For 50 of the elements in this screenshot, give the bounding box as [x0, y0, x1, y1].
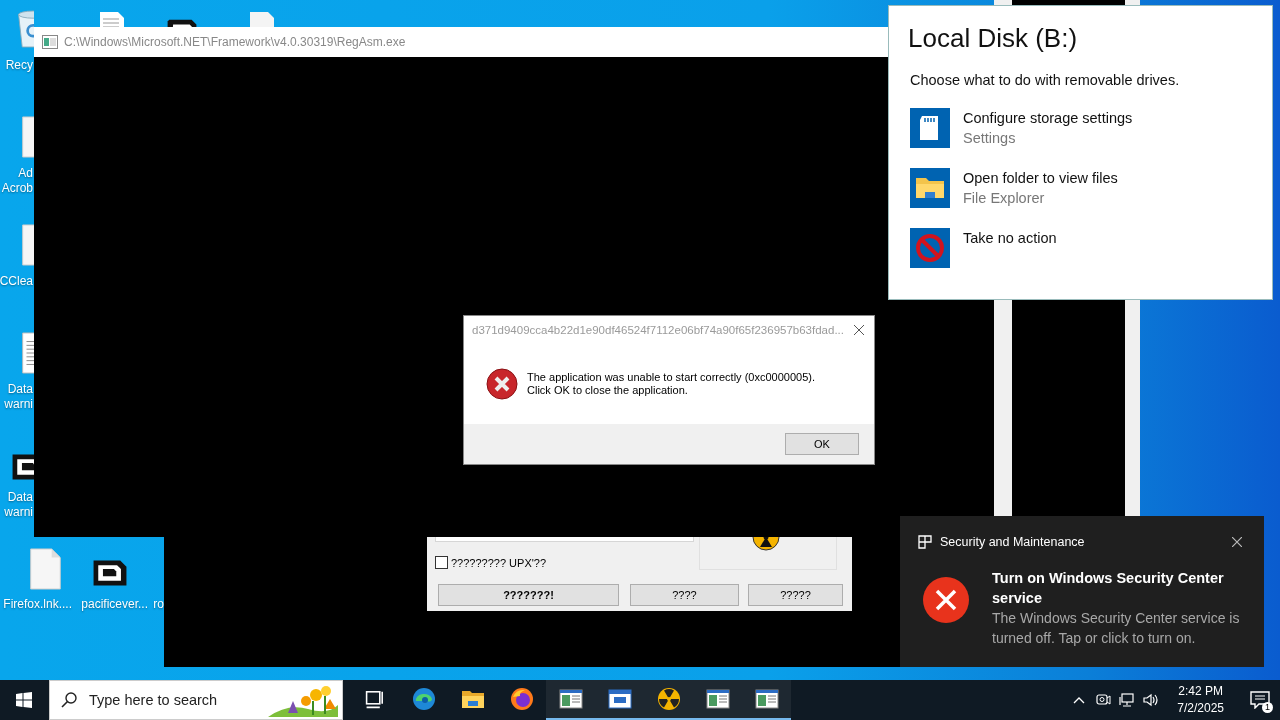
- error-message: The application was unable to start correctly (0xc0000005). Click OK to close the application.: [527, 371, 815, 397]
- option-title[interactable]: Take no action: [963, 228, 1057, 248]
- notification-title: Turn on Windows Security Center service: [992, 569, 1225, 608]
- option-title[interactable]: Open folder to view files: [963, 168, 1118, 188]
- window-icon: [558, 687, 583, 711]
- console-icon: [42, 35, 58, 49]
- sd-card-icon[interactable]: [910, 108, 950, 148]
- firefox-icon: [509, 687, 534, 711]
- checkbox-label: ????????? UPX'??: [451, 556, 547, 569]
- close-icon[interactable]: [1232, 537, 1242, 547]
- text-file-icon[interactable]: [19, 332, 34, 374]
- notification-icon[interactable]: [1250, 691, 1270, 709]
- error-icon: [923, 577, 969, 623]
- window-icon: [754, 687, 779, 711]
- dialog-button[interactable]: ?????: [748, 584, 843, 606]
- notification-message: The Windows Security Center service is turned off. Tap or click to turn on.: [992, 609, 1241, 648]
- panel-prompt: Choose what to do with removable drives.: [910, 72, 1181, 88]
- app-name: Security and Maintenance: [940, 535, 1086, 549]
- clock[interactable]: 2:42 PM 7/2/2025: [1177, 683, 1224, 717]
- option-subtitle: Settings: [963, 129, 1016, 148]
- search-placeholder: Type here to search: [89, 692, 218, 708]
- dialog-button[interactable]: ????: [630, 584, 739, 606]
- windows-logo-icon[interactable]: [16, 692, 32, 708]
- taskbar-app[interactable]: [742, 680, 791, 720]
- notification-badge: 1: [1262, 702, 1273, 713]
- dialog-button[interactable]: ???????!: [438, 584, 619, 606]
- option-title[interactable]: Configure storage settings: [963, 108, 1133, 128]
- checkbox[interactable]: [435, 556, 448, 569]
- app-icon: [918, 535, 932, 549]
- error-icon: [486, 368, 518, 400]
- window-icon: [705, 687, 730, 711]
- browser-icon: [411, 687, 436, 711]
- network-icon[interactable]: [1119, 692, 1136, 708]
- camera-icon[interactable]: [1095, 692, 1112, 708]
- file-icon[interactable]: [27, 548, 63, 590]
- window-title: C:\Windows\Microsoft.NET\Framework\v4.0.30319\RegAsm.exe: [64, 35, 406, 49]
- ok-button[interactable]: OK: [785, 433, 859, 455]
- folder-icon[interactable]: [910, 168, 950, 208]
- volume-icon[interactable]: [1143, 692, 1160, 708]
- window-icon: [607, 687, 632, 711]
- option-subtitle: File Explorer: [963, 189, 1045, 208]
- search-icon: [61, 692, 77, 708]
- radiation-icon: [656, 687, 681, 711]
- panel-title: Local Disk (B:): [908, 23, 1079, 54]
- taskbar-app[interactable]: [546, 680, 595, 720]
- notification-toast[interactable]: Security and Maintenance Turn on Windows Security Center service The Windows Security Center service is turned off. Tap or click to turn on.: [900, 516, 1264, 667]
- dialog-title: d371d9409cca4b22d1e90df46524f7112e06bf74a90f65f236957b63fdad...: [472, 324, 844, 336]
- search-box[interactable]: Type here to search: [49, 680, 343, 720]
- close-icon[interactable]: [854, 325, 864, 335]
- text-field[interactable]: [435, 537, 694, 542]
